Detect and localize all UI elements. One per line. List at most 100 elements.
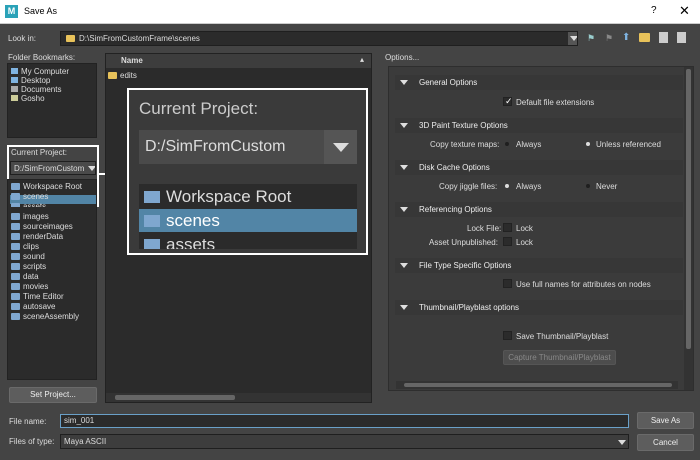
- project-item-assets[interactable]: assets: [11, 202, 46, 207]
- scrollbar-thumb[interactable]: [115, 395, 235, 400]
- project-item-autosave[interactable]: autosave: [11, 302, 55, 311]
- project-item-images[interactable]: images: [11, 212, 49, 221]
- file-list-header: Name ▴: [106, 54, 371, 68]
- options-panel: [388, 66, 694, 391]
- collapse-icon: [400, 123, 408, 128]
- detail-view-icon[interactable]: [677, 32, 686, 43]
- close-button[interactable]: ✕: [679, 3, 690, 19]
- folder-icon: [11, 263, 20, 270]
- paint-texture-header[interactable]: 3D Paint Texture Options: [395, 118, 683, 133]
- file-name-input[interactable]: sim_001: [60, 414, 629, 428]
- capture-thumbnail-button[interactable]: Capture Thumbnail/Playblast: [503, 350, 616, 365]
- look-in-path: D:\SimFromCustomFrame\scenes: [79, 34, 200, 43]
- options-label: Options...: [385, 53, 420, 62]
- forward-icon[interactable]: ⚑: [605, 33, 614, 43]
- jiggle-never-radio[interactable]: [586, 184, 590, 188]
- zoom-dropdown-button: [324, 130, 357, 164]
- folder-icon: [11, 273, 20, 280]
- asset-unpublished-checkbox[interactable]: [503, 237, 512, 246]
- current-project-dropdown[interactable]: D:/SimFromCustom: [10, 161, 96, 175]
- back-icon[interactable]: ⚑: [587, 33, 596, 43]
- folder-icon: [11, 313, 20, 320]
- save-thumbnail-label: Save Thumbnail/Playblast: [516, 332, 609, 341]
- options-vertical-scrollbar[interactable]: [684, 67, 693, 390]
- up-folder-icon[interactable]: ⬆: [622, 32, 632, 43]
- documents-icon: [11, 86, 18, 92]
- name-column-header[interactable]: Name: [121, 56, 143, 65]
- folder-icon: [11, 293, 20, 300]
- list-view-icon[interactable]: [659, 32, 668, 43]
- new-folder-icon[interactable]: [639, 33, 650, 42]
- maya-icon: M: [5, 5, 18, 18]
- bookmark-gosho[interactable]: Gosho: [21, 94, 45, 103]
- bookmark-my-computer[interactable]: My Computer: [21, 67, 69, 76]
- default-ext-checkbox[interactable]: ✓: [503, 96, 513, 106]
- look-in-label: Look in:: [8, 34, 37, 43]
- lock-file-checkbox[interactable]: [503, 223, 512, 232]
- bookmark-desktop[interactable]: Desktop: [21, 76, 50, 85]
- desktop-icon: [11, 77, 18, 83]
- collapse-icon: [400, 263, 408, 268]
- file-type-dropdown[interactable]: Maya ASCII: [60, 434, 629, 449]
- asset-unpublished-label: Asset Unpublished:: [429, 238, 498, 247]
- zoom-current-project-label: Current Project:: [139, 99, 259, 118]
- folder-icon: [11, 303, 20, 310]
- project-item-data[interactable]: data: [11, 272, 39, 281]
- referencing-header[interactable]: Referencing Options: [395, 202, 683, 217]
- chevron-down-icon: [88, 166, 95, 171]
- texture-always-radio[interactable]: [505, 142, 509, 146]
- scrollbar-thumb[interactable]: [404, 383, 672, 387]
- texture-unless-referenced-radio[interactable]: [586, 142, 590, 146]
- folder-bookmarks-label: Folder Bookmarks:: [8, 53, 76, 62]
- bookmarks-list: My Computer Desktop Documents Gosho: [7, 63, 97, 138]
- save-as-button[interactable]: Save As: [637, 412, 694, 429]
- disk-cache-header[interactable]: Disk Cache Options: [395, 160, 683, 175]
- folder-icon: [11, 253, 20, 260]
- set-project-button[interactable]: Set Project...: [9, 387, 97, 403]
- project-item-scripts[interactable]: scripts: [11, 262, 46, 271]
- folder-icon: [108, 72, 117, 79]
- current-project-value: D:/SimFromCustom: [14, 164, 85, 173]
- project-item-sceneassembly[interactable]: sceneAssembly: [11, 312, 79, 321]
- options-horizontal-scrollbar[interactable]: [396, 381, 678, 389]
- zoom-folder-list: Workspace Root scenes assets: [139, 184, 357, 249]
- full-names-checkbox[interactable]: [503, 279, 512, 288]
- folder-icon: [66, 35, 75, 42]
- zoom-item-scenes: scenes: [144, 211, 220, 231]
- collapse-icon: [400, 207, 408, 212]
- save-thumbnail-checkbox[interactable]: [503, 331, 512, 340]
- thumbnail-header[interactable]: Thumbnail/Playblast options: [395, 300, 683, 315]
- current-project-label: Current Project:: [11, 148, 68, 157]
- look-in-path-field[interactable]: D:\SimFromCustomFrame\scenes: [60, 31, 578, 46]
- bookmark-documents[interactable]: Documents: [21, 85, 61, 94]
- general-options-header[interactable]: General Options: [395, 75, 683, 90]
- look-in-dropdown-button[interactable]: [568, 32, 577, 45]
- files-of-type-label: Files of type:: [9, 437, 55, 446]
- zoom-item-workspace-root: Workspace Root: [144, 187, 291, 207]
- collapse-icon: [400, 80, 408, 85]
- project-item-movies[interactable]: movies: [11, 282, 48, 291]
- project-item-scenes[interactable]: scenes: [11, 192, 48, 201]
- project-item-sourceimages[interactable]: sourceimages: [11, 222, 73, 231]
- project-item-time-editor[interactable]: Time Editor: [11, 292, 64, 301]
- copy-jiggle-label: Copy jiggle files:: [439, 182, 498, 191]
- chevron-down-icon: [333, 143, 349, 152]
- chevron-down-icon: [570, 36, 577, 41]
- file-type-header[interactable]: File Type Specific Options: [395, 258, 683, 273]
- chevron-down-icon: [618, 440, 626, 445]
- file-list-horizontal-scrollbar[interactable]: [106, 393, 371, 402]
- project-item-clips[interactable]: clips: [11, 242, 39, 251]
- project-item-workspace-root[interactable]: Workspace Root: [11, 182, 82, 191]
- cancel-button[interactable]: Cancel: [637, 434, 694, 451]
- project-item-sound[interactable]: sound: [11, 252, 45, 261]
- file-item-edits[interactable]: edits: [108, 71, 137, 80]
- zoom-project-value: D:/SimFromCustom: [145, 138, 286, 155]
- title-bar: M Save As ? ✕: [0, 0, 700, 24]
- project-item-renderdata[interactable]: renderData: [11, 232, 63, 241]
- scrollbar-thumb[interactable]: [686, 69, 691, 349]
- zoom-project-dropdown: D:/SimFromCustom: [139, 130, 357, 164]
- asset-unpublished-option-label: Lock: [516, 238, 533, 247]
- jiggle-always-radio[interactable]: [505, 184, 509, 188]
- help-button[interactable]: ?: [651, 5, 657, 16]
- texture-always-label: Always: [516, 140, 542, 149]
